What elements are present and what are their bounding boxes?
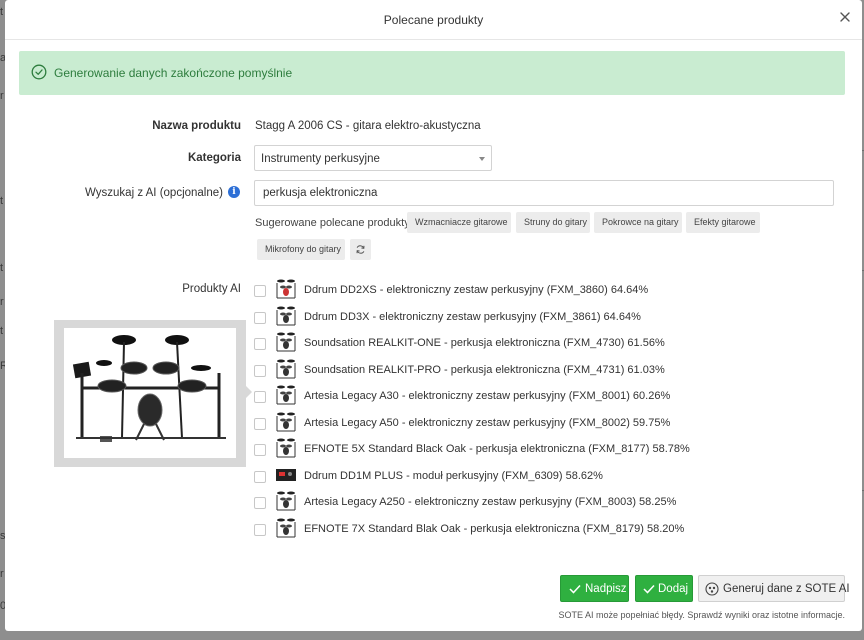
product-checkbox[interactable]	[254, 417, 266, 430]
background-edge-char: r	[0, 568, 4, 580]
drum-kit-thumbnail-icon	[276, 385, 296, 405]
suggestion-chip-guitar-amps[interactable]: Wzmacniacze gitarowe	[407, 212, 511, 233]
product-image-preview	[54, 320, 246, 467]
drum-kit-thumbnail-icon	[276, 332, 296, 352]
product-row: Soundsation REALKIT-ONE - perkusja elekt…	[254, 332, 814, 354]
product-label[interactable]: Soundsation REALKIT-PRO - perkusja elekt…	[304, 364, 665, 376]
suggestion-chip-guitar-mics[interactable]: Mikrofony do gitary	[257, 239, 345, 260]
info-icon[interactable]: i	[228, 186, 240, 198]
category-label: Kategoria	[187, 152, 241, 164]
background-edge-char: t	[0, 6, 4, 18]
add-button[interactable]: Dodaj	[635, 575, 693, 602]
suggestion-chip-guitar-cases[interactable]: Pokrowce na gitary	[594, 212, 682, 233]
recommended-products-modal: Polecane produkty Generowanie danych zak…	[5, 0, 862, 631]
drum-kit-thumbnail-icon	[276, 491, 296, 511]
check-circle-icon	[31, 64, 47, 80]
product-checkbox[interactable]	[254, 497, 266, 509]
drum-kit-thumbnail-icon	[276, 438, 296, 458]
product-name-value: Stagg A 2006 CS - gitara elektro-akustyc…	[255, 120, 481, 132]
ai-disclaimer: SOTE AI może popełniać błędy. Sprawdź wy…	[558, 610, 845, 620]
background-edge-char: t	[0, 325, 4, 337]
background-edge-char: t	[0, 195, 4, 207]
product-checkbox[interactable]	[254, 311, 266, 324]
product-label[interactable]: Artesia Legacy A30 - elektroniczny zesta…	[304, 390, 670, 402]
caret-down-icon	[479, 157, 485, 161]
product-label[interactable]: EFNOTE 7X Standard Blak Oak - perkusja e…	[304, 523, 684, 535]
product-row: Ddrum DD2XS - elektroniczny zestaw perku…	[254, 279, 814, 301]
product-label[interactable]: Soundsation REALKIT-ONE - perkusja elekt…	[304, 337, 665, 349]
product-checkbox[interactable]	[254, 444, 266, 456]
check-icon	[643, 584, 655, 594]
product-label[interactable]: Artesia Legacy A50 - elektroniczny zesta…	[304, 417, 670, 429]
product-checkbox[interactable]	[254, 523, 266, 536]
product-row: Ddrum DD3X - elektroniczny zestaw perkus…	[254, 306, 814, 328]
success-alert: Generowanie danych zakończone pomyślnie	[19, 51, 845, 95]
generate-sote-ai-button[interactable]: Generuj dane z SOTE AI	[698, 575, 850, 602]
drum-kit-thumbnail-icon	[276, 306, 296, 325]
product-label[interactable]: Ddrum DD1M PLUS - moduł perkusyjny (FXM_…	[304, 470, 603, 482]
background-edge-char: r	[0, 296, 4, 308]
suggested-products-label: Sugerowane polecane produkty:	[255, 217, 413, 229]
product-name-label: Nazwa produktu	[152, 120, 241, 132]
refresh-icon	[356, 245, 365, 254]
product-label[interactable]: Ddrum DD3X - elektroniczny zestaw perkus…	[304, 311, 641, 323]
suggestion-chip-guitar-effects[interactable]: Efekty gitarowe	[686, 212, 760, 233]
product-label[interactable]: Artesia Legacy A250 - elektroniczny zest…	[304, 496, 676, 508]
product-checkbox[interactable]	[254, 338, 266, 350]
product-checkbox[interactable]	[254, 285, 266, 297]
ai-search-input[interactable]	[255, 181, 833, 205]
drum-kit-icon	[72, 335, 226, 442]
product-checkbox[interactable]	[254, 391, 266, 403]
product-row: Ddrum DD1M PLUS - moduł perkusyjny (FXM_…	[254, 467, 814, 487]
refresh-suggestions-button[interactable]	[350, 239, 371, 260]
drum-kit-thumbnail-icon	[276, 359, 296, 378]
check-icon	[569, 584, 581, 594]
ai-search-label: Wyszukaj z AI (opcjonalne)	[85, 187, 223, 199]
drum-kit-thumbnail-icon	[276, 518, 296, 537]
product-label[interactable]: Ddrum DD2XS - elektroniczny zestaw perku…	[304, 284, 648, 296]
background-edge-char: r	[0, 90, 4, 102]
drum-kit-thumbnail-icon	[276, 279, 296, 299]
drum-kit-thumbnail-icon	[276, 412, 296, 431]
product-checkbox[interactable]	[254, 364, 266, 377]
product-row: EFNOTE 5X Standard Black Oak - perkusja …	[254, 438, 814, 460]
category-select-value: Instrumenty perkusyjne	[261, 153, 380, 165]
overwrite-button-label: Nadpisz	[585, 583, 627, 595]
product-row: Artesia Legacy A250 - elektroniczny zest…	[254, 491, 814, 513]
background-edge-char: t	[0, 262, 4, 274]
modal-header: Polecane produkty	[5, 0, 862, 40]
product-checkbox[interactable]	[254, 470, 266, 483]
ai-brain-icon	[705, 582, 719, 596]
product-label[interactable]: EFNOTE 5X Standard Black Oak - perkusja …	[304, 443, 690, 455]
add-button-label: Dodaj	[658, 583, 689, 595]
generate-button-label: Generuj dane z SOTE AI	[723, 583, 850, 595]
overwrite-button[interactable]: Nadpisz	[560, 575, 629, 602]
product-row: EFNOTE 7X Standard Blak Oak - perkusja e…	[254, 518, 814, 540]
product-row: Soundsation REALKIT-PRO - perkusja elekt…	[254, 359, 814, 381]
preview-pointer	[246, 386, 252, 398]
suggestion-chip-guitar-strings[interactable]: Struny do gitary	[516, 212, 590, 233]
drum-kit-image	[64, 328, 236, 458]
product-row: Artesia Legacy A50 - elektroniczny zesta…	[254, 412, 814, 434]
alert-text: Generowanie danych zakończone pomyślnie	[54, 66, 293, 80]
product-row: Artesia Legacy A30 - elektroniczny zesta…	[254, 385, 814, 407]
ai-search-input-wrapper	[254, 180, 834, 206]
drum-kit-thumbnail-icon	[276, 468, 296, 481]
close-icon	[840, 12, 850, 22]
category-select[interactable]: Instrumenty perkusyjne	[254, 145, 492, 171]
close-button[interactable]	[837, 9, 853, 25]
modal-title: Polecane produkty	[383, 13, 484, 27]
ai-products-label: Produkty AI	[182, 283, 241, 295]
